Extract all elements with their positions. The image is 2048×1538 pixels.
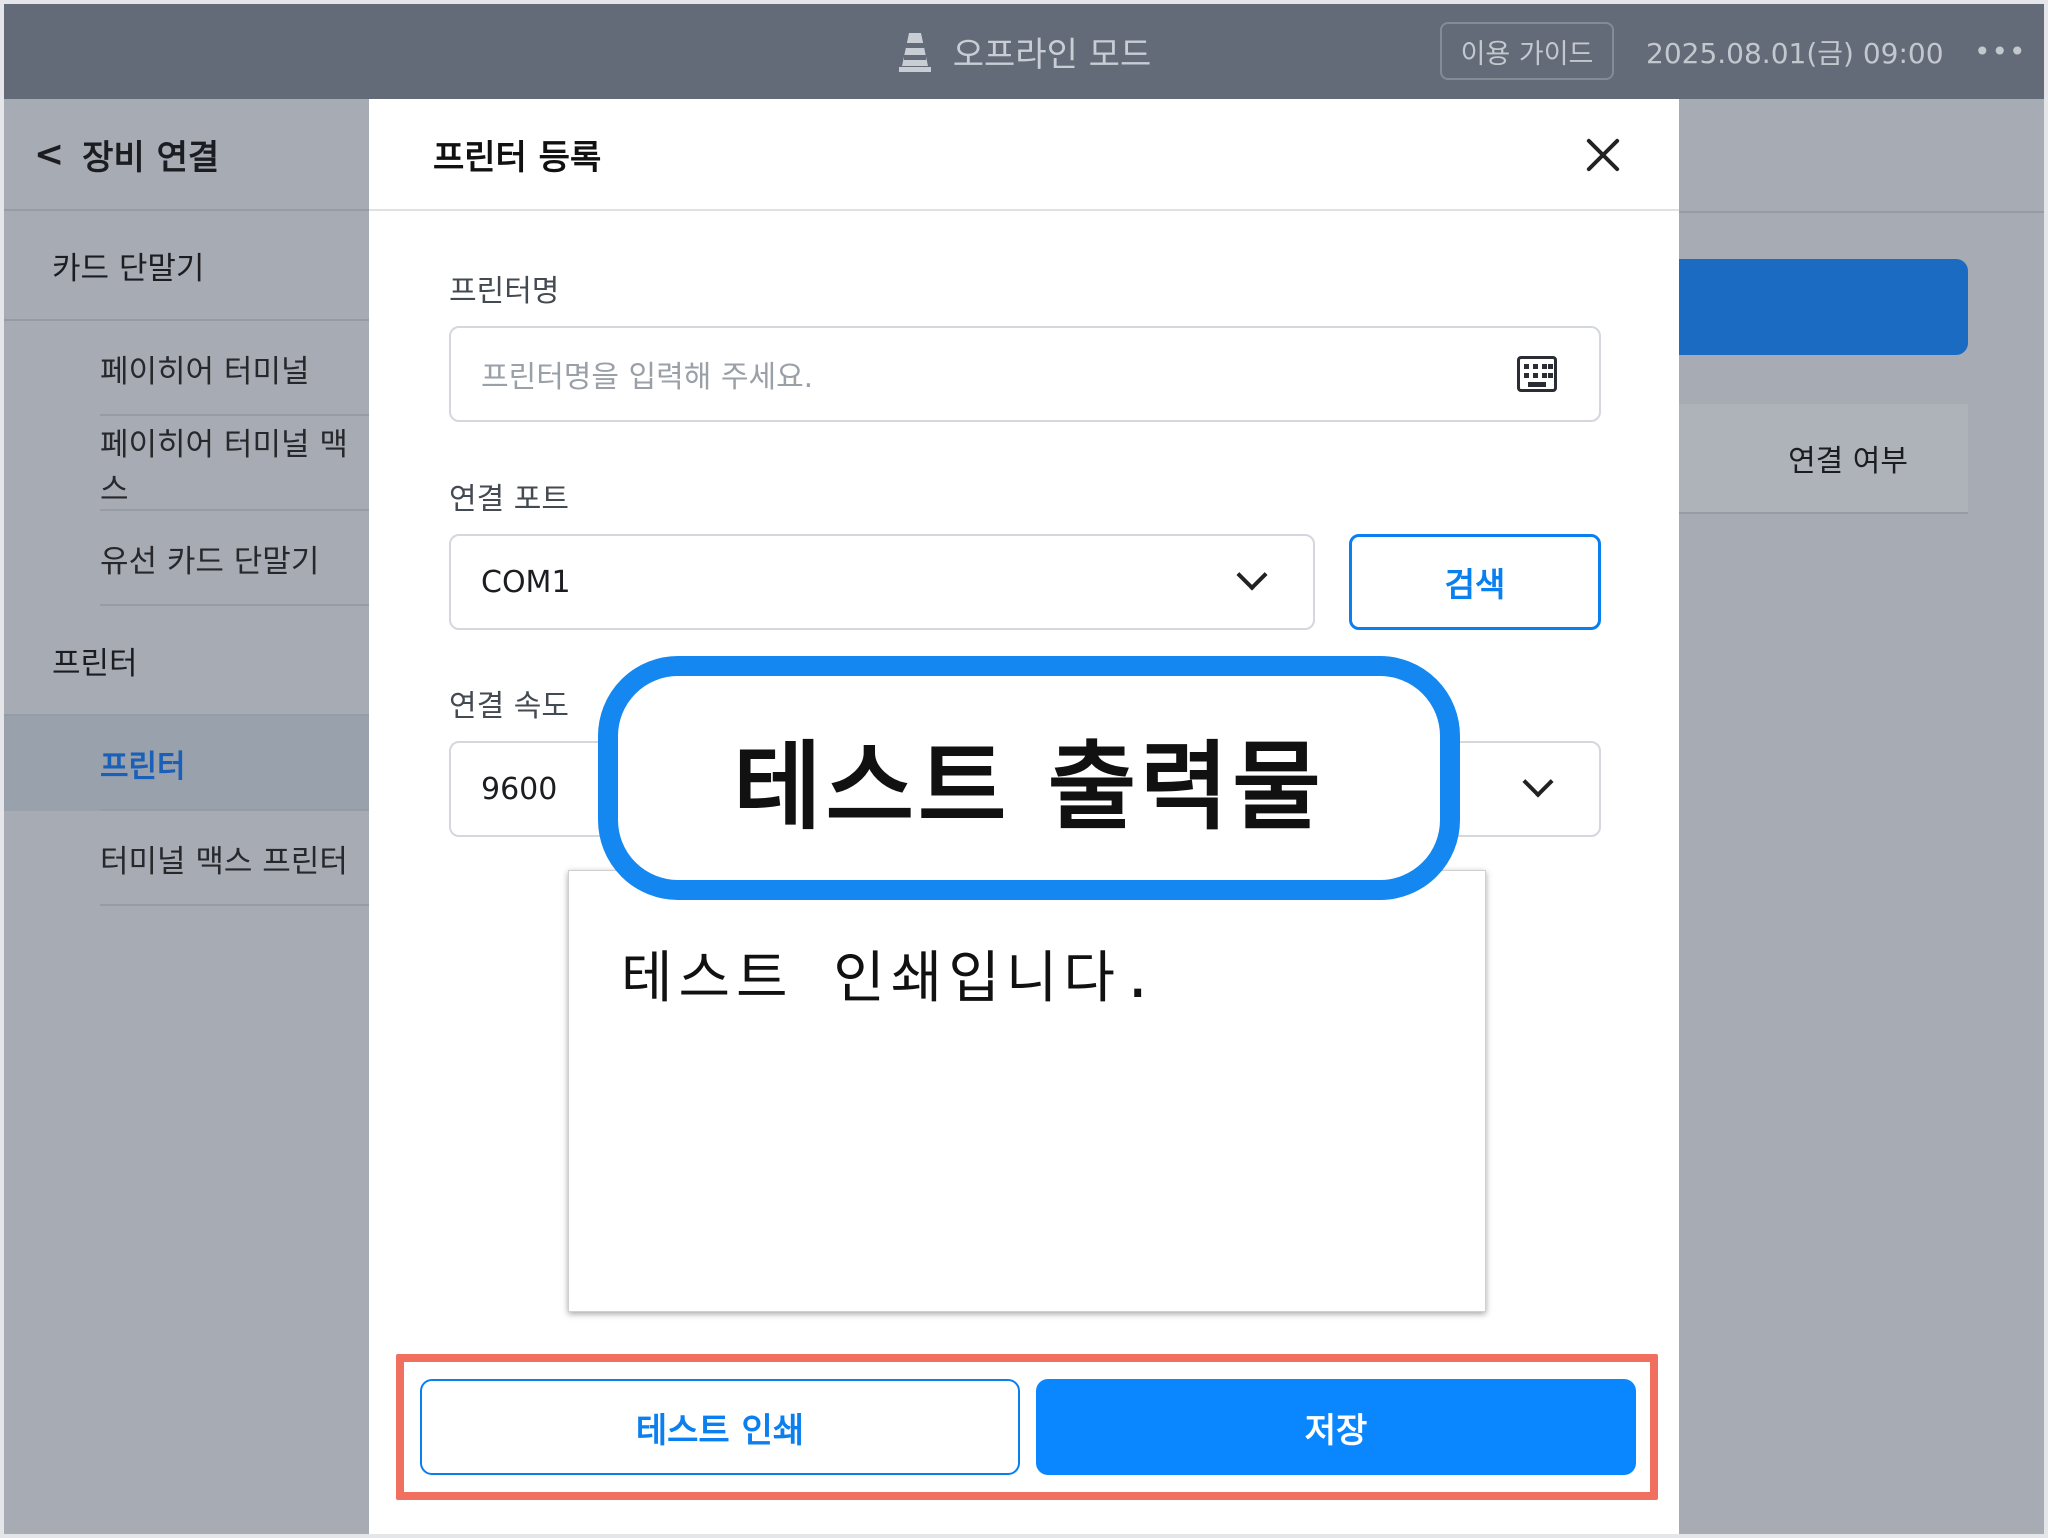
search-button[interactable]: 검색 [1349, 534, 1601, 630]
datetime: 2025.08.01(금) 09:00 [1646, 36, 1944, 70]
test-print-preview: 테스트 인쇄입니다. [568, 870, 1486, 1312]
background-divider [1679, 211, 2044, 213]
print-preview-text: 테스트 인쇄입니다. [621, 946, 1161, 1011]
more-menu-icon[interactable]: ••• [1974, 4, 2027, 99]
traffic-cone-icon [897, 31, 933, 73]
save-button[interactable]: 저장 [1036, 1379, 1636, 1475]
test-output-callout: 테스트 출력물 [598, 656, 1460, 900]
sidebar-group-card-terminal[interactable]: 카드 단말기 [4, 211, 369, 321]
test-print-button[interactable]: 테스트 인쇄 [420, 1379, 1020, 1475]
sidebar-item-wired-card-terminal[interactable]: 유선 카드 단말기 [4, 511, 369, 606]
port-select[interactable]: COM1 [449, 534, 1315, 630]
printer-name-placeholder: 프린터명을 입력해 주세요. [481, 360, 814, 395]
sidebar-item-printer[interactable]: 프린터 [4, 716, 369, 811]
back-arrow-icon[interactable]: < [34, 134, 64, 175]
sidebar-title: 장비 연결 [82, 137, 220, 178]
close-icon[interactable] [1577, 129, 1629, 181]
sidebar-item-payhere-terminal-max[interactable]: 페이히어 터미널 맥스 [4, 416, 369, 511]
chevron-down-icon [1236, 559, 1268, 591]
usage-guide-button[interactable]: 이용 가이드 [1440, 22, 1614, 80]
mode-label: 오프라인 모드 [952, 35, 1152, 75]
top-bar: 오프라인 모드 이용 가이드 2025.08.01(금) 09:00 ••• [4, 4, 2044, 99]
printer-name-label: 프린터명 [449, 274, 560, 309]
modal-header: 프린터 등록 [369, 99, 1679, 211]
connection-status-header: 연결 여부 [1679, 404, 1968, 514]
sidebar: < 장비 연결 카드 단말기 페이히어 터미널 페이히어 터미널 맥스 유선 카… [4, 99, 369, 1534]
port-label: 연결 포트 [449, 482, 569, 517]
sidebar-header: < 장비 연결 [4, 99, 369, 211]
callout-title: 테스트 출력물 [733, 730, 1325, 843]
connection-status-label: 연결 여부 [1788, 444, 1908, 479]
sidebar-item-payhere-terminal[interactable]: 페이히어 터미널 [4, 321, 369, 416]
sidebar-group-printer[interactable]: 프린터 [4, 606, 369, 716]
speed-label: 연결 속도 [449, 689, 569, 724]
modal-title: 프린터 등록 [433, 137, 602, 178]
chevron-down-icon [1522, 766, 1554, 798]
sidebar-item-terminal-max-printer[interactable]: 터미널 맥스 프린터 [4, 811, 369, 906]
app-frame: 오프라인 모드 이용 가이드 2025.08.01(금) 09:00 ••• <… [4, 4, 2044, 1534]
background-action-button [1664, 259, 1968, 355]
printer-name-input[interactable]: 프린터명을 입력해 주세요. [449, 326, 1601, 422]
port-value: COM1 [481, 564, 571, 600]
speed-value: 9600 [481, 771, 558, 807]
keyboard-icon[interactable] [1517, 356, 1557, 392]
